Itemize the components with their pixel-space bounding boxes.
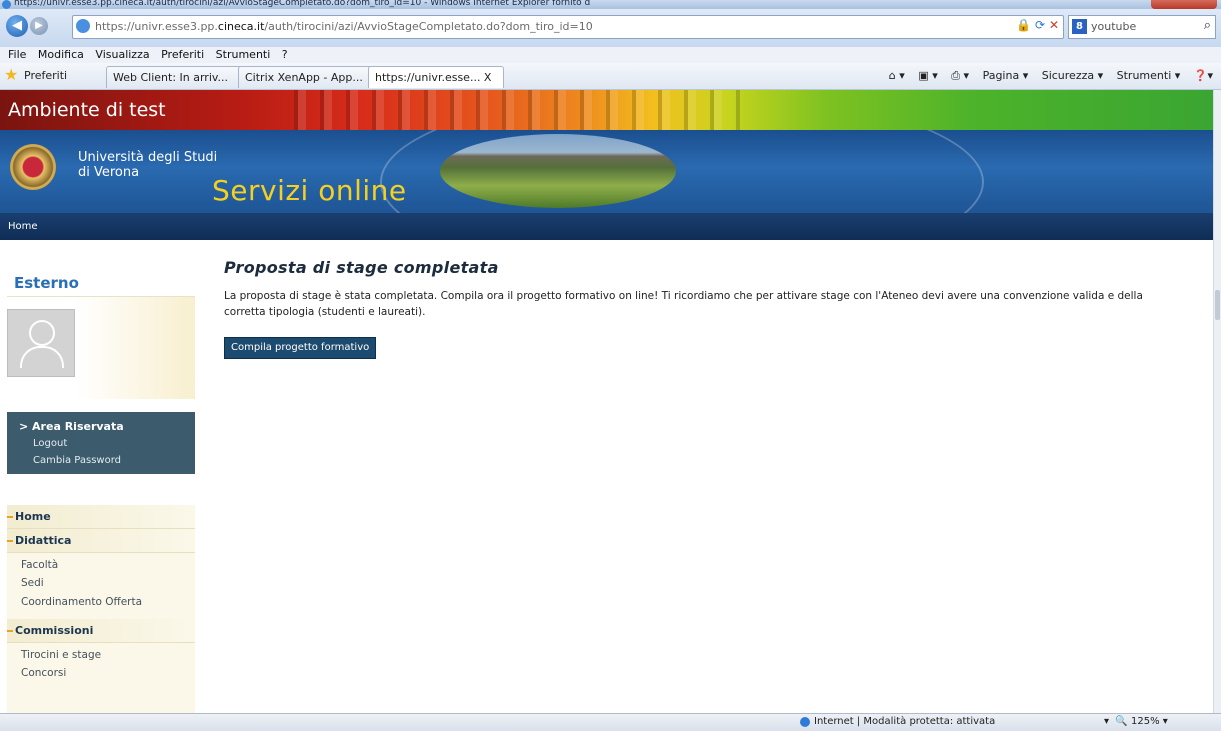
favorites-star-icon[interactable]: ★: [4, 67, 18, 83]
tab-citrix[interactable]: Citrix XenApp - App...: [238, 66, 376, 88]
scrollbar-thumb[interactable]: [1215, 290, 1220, 320]
search-engine-icon: 8: [1072, 19, 1087, 34]
reserved-area-heading[interactable]: > Area Riservata: [19, 420, 124, 433]
security-menu[interactable]: Sicurezza ▾: [1042, 69, 1103, 82]
command-bar: ⌂ ▾ ▣ ▾ ⎙ ▾ Pagina ▾ Sicurezza ▾ Strumen…: [879, 69, 1213, 83]
menu-file[interactable]: File: [8, 47, 26, 63]
menu-bar: File Modifica Visualizza Preferiti Strum…: [0, 47, 1221, 64]
sidebar-item-tirocini-stage[interactable]: Tirocini e stage: [21, 649, 101, 661]
stop-icon[interactable]: ✕: [1049, 18, 1059, 32]
search-input[interactable]: youtube: [1091, 20, 1136, 33]
security-zone-text: Internet | Modalità protetta: attivata: [814, 716, 996, 727]
sidebar-item-sedi[interactable]: Sedi: [21, 577, 44, 589]
print-icon[interactable]: ⎙ ▾: [951, 69, 969, 82]
address-toolbar: ◀ ▶ https://univr.esse3.pp.cineca.it/aut…: [0, 9, 1221, 47]
zoom-level[interactable]: ▾ 🔍 125% ▾: [1104, 716, 1168, 727]
menu-help[interactable]: ?: [282, 47, 288, 63]
site-favicon: [76, 19, 90, 33]
user-box: [7, 296, 195, 399]
menu-strumenti[interactable]: Strumenti: [216, 47, 271, 63]
campus-photo: [440, 134, 676, 208]
window-title-bar: https://univr.esse3.pp.cineca.it/auth/ti…: [0, 0, 1221, 9]
avatar-head-icon: [29, 320, 55, 346]
sidebar-item-concorsi[interactable]: Concorsi: [21, 667, 66, 679]
service-title: Servizi online: [212, 174, 407, 207]
sidebar-item-coordinamento-offerta[interactable]: Coordinamento Offerta: [21, 596, 142, 608]
user-role-title: Esterno: [14, 274, 79, 292]
address-tools: 🔒 ⟳ ✕: [1016, 18, 1059, 32]
refresh-icon[interactable]: ⟳: [1035, 18, 1045, 32]
forward-button[interactable]: ▶: [30, 17, 48, 35]
address-bar[interactable]: https://univr.esse3.pp.cineca.it/auth/ti…: [72, 15, 1064, 39]
ie-icon: [2, 0, 11, 9]
search-icon[interactable]: ⌕: [1204, 18, 1211, 33]
sidebar-section-commissioni[interactable]: Commissioni: [7, 619, 195, 643]
logout-link[interactable]: Logout: [33, 438, 67, 449]
tools-menu[interactable]: Strumenti ▾: [1117, 69, 1181, 82]
menu-visualizza[interactable]: Visualizza: [95, 47, 149, 63]
window-controls[interactable]: [1151, 0, 1217, 9]
page-menu[interactable]: Pagina ▾: [983, 69, 1029, 82]
avatar: [7, 309, 75, 377]
tab-web-client[interactable]: Web Client: In arriv...: [106, 66, 246, 88]
search-box[interactable]: 8 youtube ⌕: [1068, 15, 1216, 39]
status-bar: Internet | Modalità protetta: attivata ▾…: [0, 713, 1221, 731]
nav-home-link[interactable]: Home: [8, 221, 38, 232]
help-icon[interactable]: ❓▾: [1194, 69, 1213, 82]
address-url: https://univr.esse3.pp.cineca.it/auth/ti…: [95, 20, 593, 33]
change-password-link[interactable]: Cambia Password: [33, 455, 121, 466]
lock-icon[interactable]: 🔒: [1016, 18, 1031, 32]
sidebar-section-didattica[interactable]: Didattica: [7, 529, 195, 553]
menu-modifica[interactable]: Modifica: [38, 47, 84, 63]
feeds-icon[interactable]: ▣ ▾: [918, 69, 937, 82]
sidebar-item-facolta[interactable]: Facoltà: [21, 559, 58, 571]
site-nav-bar: Home: [0, 213, 1213, 240]
sidebar-nav: Home Didattica Facoltà Sedi Coordinament…: [7, 505, 195, 713]
favorites-bar: ★ Preferiti Web Client: In arriv... Citr…: [0, 63, 1221, 90]
avatar-body-icon: [20, 346, 64, 368]
menu-preferiti[interactable]: Preferiti: [161, 47, 204, 63]
university-name: Università degli Studi di Verona: [78, 150, 218, 180]
window-title: https://univr.esse3.pp.cineca.it/auth/ti…: [14, 0, 591, 8]
home-icon[interactable]: ⌂ ▾: [889, 69, 905, 82]
university-seal-logo[interactable]: [10, 144, 56, 190]
compile-training-project-button[interactable]: Compila progetto formativo: [224, 337, 377, 359]
reserved-area-box: > Area Riservata Logout Cambia Password: [7, 412, 195, 474]
web-page: Ambiente di test Università degli Studi …: [0, 90, 1213, 713]
tab-univr-active[interactable]: https://univr.esse... X: [368, 66, 504, 88]
back-button[interactable]: ◀: [6, 15, 28, 37]
vertical-scrollbar[interactable]: [1213, 90, 1221, 713]
page-title: Proposta di stage completata: [224, 258, 499, 277]
info-message: La proposta di stage è stata completata.…: [224, 290, 1143, 318]
banner-stripes: [280, 90, 740, 130]
site-header: Università degli Studi di Verona Servizi…: [0, 130, 1213, 213]
internet-zone-icon: [800, 717, 810, 727]
environment-label: Ambiente di test: [8, 99, 166, 121]
sidebar-section-home[interactable]: Home: [7, 505, 195, 529]
test-environment-banner: Ambiente di test: [0, 90, 1213, 130]
favorites-button[interactable]: Preferiti: [24, 69, 67, 82]
